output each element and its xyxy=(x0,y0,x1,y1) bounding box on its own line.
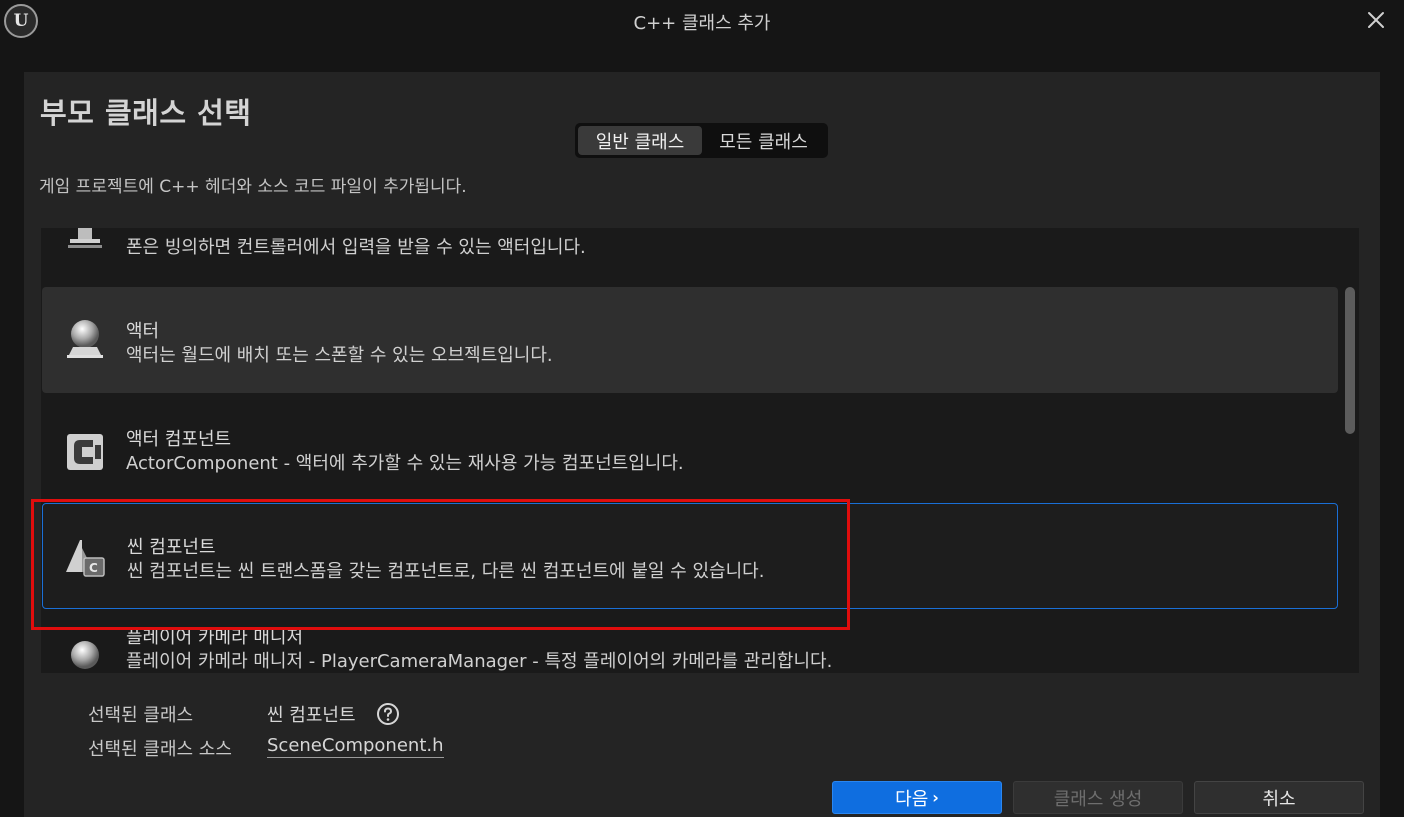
selected-source-value: SceneComponent.h xyxy=(267,735,444,758)
svg-text:C: C xyxy=(89,561,98,575)
list-item-title: 액터 xyxy=(126,321,160,342)
pawn-icon xyxy=(68,228,102,248)
cancel-button[interactable]: 취소 xyxy=(1194,781,1364,814)
list-item-pawn[interactable]: 폰은 빙의하면 컨트롤러에서 입력을 받을 수 있는 액터입니다. xyxy=(42,228,1338,289)
list-item-description: 액터는 월드에 배치 또는 스폰할 수 있는 오브젝트입니다. xyxy=(126,345,553,366)
help-icon[interactable] xyxy=(376,702,400,726)
selected-source-label: 선택된 클래스 소스 xyxy=(88,739,232,760)
component-icon xyxy=(67,434,103,470)
next-button-label: 다음 xyxy=(895,788,929,810)
page-title: 부모 클래스 선택 xyxy=(40,96,252,130)
title-bar: U C++ 클래스 추가 xyxy=(0,0,1404,40)
class-filter-toggle: 일반 클래스 모든 클래스 xyxy=(575,123,828,158)
list-scrollbar[interactable] xyxy=(1345,287,1355,434)
list-item-description: 플레이어 카메라 매니저 - PlayerCameraManager - 특정 … xyxy=(126,651,833,672)
list-item-title: 액터 컴포넌트 xyxy=(126,429,232,450)
list-item-actor[interactable]: 액터 액터는 월드에 배치 또는 스폰할 수 있는 오브젝트입니다. xyxy=(42,287,1338,393)
scene-component-icon: C xyxy=(66,540,105,577)
dialog-description: 게임 프로젝트에 C++ 헤더와 소스 코드 파일이 추가됩니다. xyxy=(39,177,467,197)
list-item-player-camera-manager[interactable]: 플레이어 카메라 매니저 플레이어 카메라 매니저 - PlayerCamera… xyxy=(42,611,1338,673)
actor-sphere-icon xyxy=(67,320,103,358)
window-title: C++ 클래스 추가 xyxy=(633,13,771,34)
list-item-actor-component[interactable]: 액터 컴포넌트 ActorComponent - 액터에 추가할 수 있는 재사… xyxy=(42,395,1338,501)
close-icon xyxy=(1368,12,1384,28)
close-button[interactable] xyxy=(1362,6,1390,34)
list-item-title: 씬 컴포넌트 xyxy=(127,537,216,558)
parent-class-list: 폰은 빙의하면 컨트롤러에서 입력을 받을 수 있는 액터입니다. 액터 액터는… xyxy=(41,228,1359,673)
list-item-title: 플레이어 카메라 매니저 xyxy=(126,627,304,648)
actor-sphere-icon xyxy=(71,641,99,669)
selected-class-label: 선택된 클래스 xyxy=(88,705,194,726)
tab-all-classes[interactable]: 모든 클래스 xyxy=(702,126,825,155)
list-item-description: ActorComponent - 액터에 추가할 수 있는 재사용 가능 컴포넌… xyxy=(126,453,684,474)
list-item-description: 씬 컴포넌트는 씬 트랜스폼을 갖는 컴포넌트로, 다른 씬 컴포넌트에 붙일 … xyxy=(127,561,765,582)
selected-class-value: 씬 컴포넌트 xyxy=(267,705,356,726)
list-item-description: 폰은 빙의하면 컨트롤러에서 입력을 받을 수 있는 액터입니다. xyxy=(126,237,586,258)
create-class-button[interactable]: 클래스 생성 xyxy=(1013,781,1183,814)
chevron-right-icon: › xyxy=(932,788,939,807)
list-item-scene-component[interactable]: C 씬 컴포넌트 씬 컴포넌트는 씬 트랜스폼을 갖는 컴포넌트로, 다른 씬 … xyxy=(42,503,1338,609)
source-file-link[interactable]: SceneComponent.h xyxy=(267,735,444,758)
dialog-panel: 부모 클래스 선택 일반 클래스 모든 클래스 게임 프로젝트에 C++ 헤더와… xyxy=(24,72,1380,817)
tab-common-classes[interactable]: 일반 클래스 xyxy=(578,126,702,155)
next-button[interactable]: 다음 › xyxy=(832,781,1002,814)
